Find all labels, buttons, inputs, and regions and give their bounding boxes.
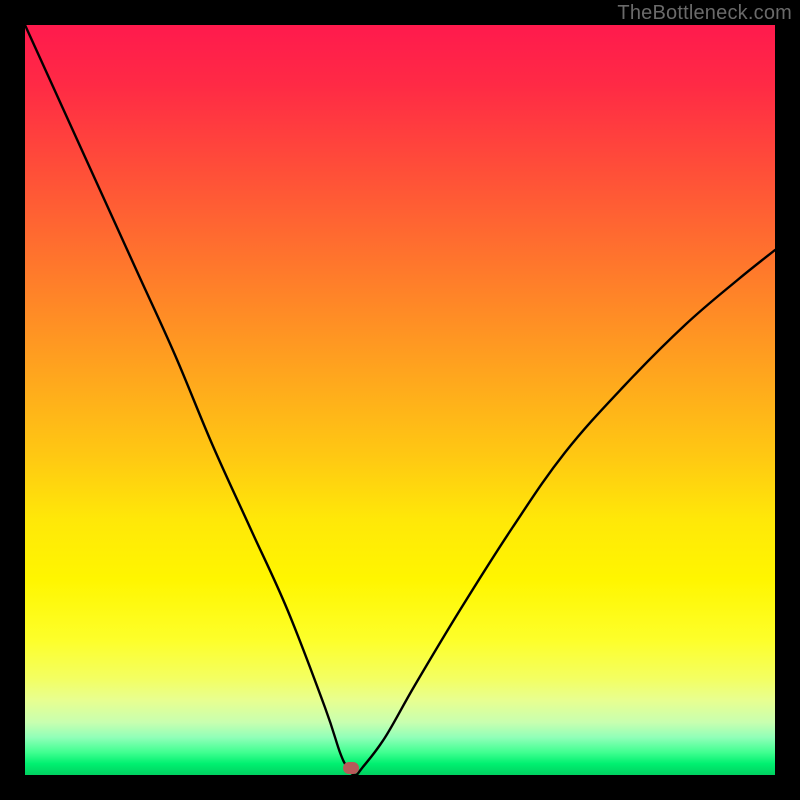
- chart-frame: TheBottleneck.com: [0, 0, 800, 800]
- curve-svg: [25, 25, 775, 775]
- plot-area: [25, 25, 775, 775]
- watermark-label: TheBottleneck.com: [617, 2, 792, 25]
- minimum-marker: [343, 762, 359, 774]
- bottleneck-curve: [25, 25, 775, 775]
